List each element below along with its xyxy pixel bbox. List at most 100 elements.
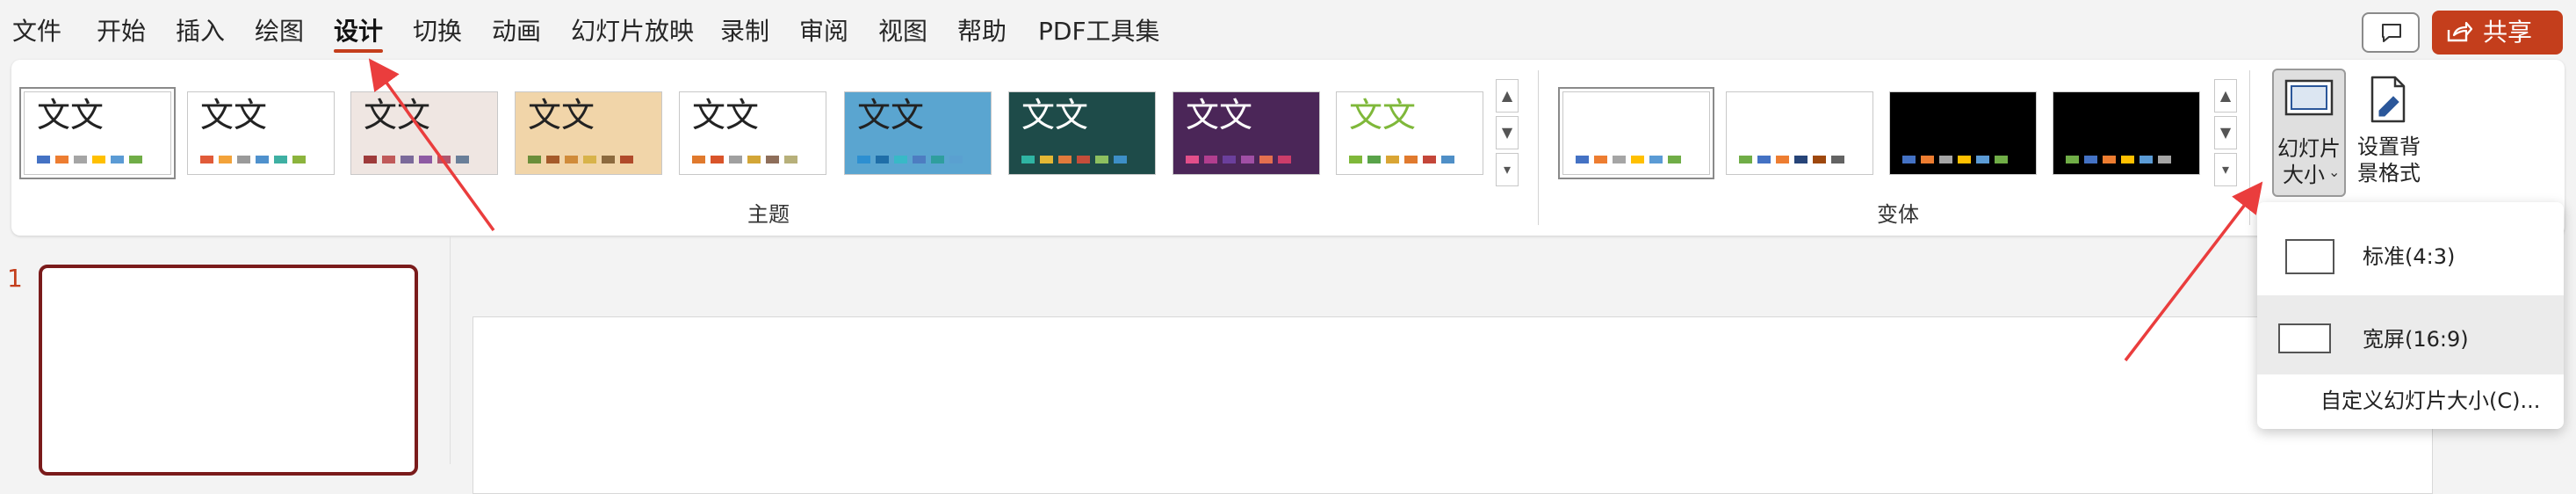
group-separator xyxy=(1538,70,1539,225)
color-swatch xyxy=(1040,156,1053,163)
color-swatch xyxy=(74,156,87,163)
color-swatch xyxy=(1776,156,1789,163)
color-swatch xyxy=(1259,156,1273,163)
menu-view[interactable]: 视图 xyxy=(878,14,927,49)
theme-thumbnail[interactable]: 文文 xyxy=(187,91,335,175)
variant-gallery-scroll-up[interactable]: ▲ xyxy=(2214,79,2237,113)
menu-design[interactable]: 设计 xyxy=(334,14,383,49)
comments-button[interactable] xyxy=(2362,12,2420,53)
color-swatch xyxy=(894,156,907,163)
menu-home[interactable]: 开始 xyxy=(97,14,146,49)
theme-color-swatches xyxy=(692,156,803,163)
slide-size-widescreen-option[interactable]: 宽屏(16:9) xyxy=(2257,295,2564,374)
menu-file[interactable]: 文件 xyxy=(12,14,61,49)
color-swatch xyxy=(602,156,615,163)
color-swatch xyxy=(1021,156,1035,163)
menu-animations[interactable]: 动画 xyxy=(492,14,541,49)
color-swatch xyxy=(400,156,414,163)
group-separator xyxy=(2249,70,2250,225)
color-swatch xyxy=(55,156,69,163)
design-ribbon: 文文 文文 文文 文文 文文 文文 文文 文文 文文 ▲ ▼ ▾ 主题 ▲ ▼ ▾ 变体 幻灯片… xyxy=(11,60,2565,236)
theme-color-swatches xyxy=(1349,156,1460,163)
theme-thumbnail[interactable]: 文文 xyxy=(19,87,176,179)
color-swatch xyxy=(200,156,213,163)
variant-gallery-scroll-down[interactable]: ▼ xyxy=(2214,116,2237,149)
menu-review[interactable]: 审阅 xyxy=(799,14,848,49)
theme-color-swatches xyxy=(1186,156,1296,163)
color-swatch xyxy=(1386,156,1399,163)
menu-pdf-tools[interactable]: PDF工具集 xyxy=(1038,14,1160,49)
color-swatch xyxy=(1349,156,1362,163)
slide-size-standard-option[interactable]: 标准(4:3) xyxy=(2257,213,2564,292)
menu-slideshow[interactable]: 幻灯片放映 xyxy=(571,14,694,49)
share-button[interactable]: 共享 xyxy=(2432,11,2563,54)
theme-thumbnail[interactable]: 文文 xyxy=(350,91,498,175)
color-swatch xyxy=(1921,156,1934,163)
format-background-icon xyxy=(2370,76,2406,123)
color-swatch xyxy=(1114,156,1127,163)
slide-thumbnail[interactable] xyxy=(39,265,418,476)
format-background-button[interactable]: 设置背 景格式 xyxy=(2351,69,2427,197)
color-swatch xyxy=(2121,156,2134,163)
color-swatch xyxy=(1576,156,1589,163)
theme-gallery-scroll-up[interactable]: ▲ xyxy=(1496,79,1519,113)
slide-size-label-line2: 大小 xyxy=(2283,163,2325,187)
color-swatch xyxy=(37,156,50,163)
color-swatch xyxy=(1594,156,1607,163)
slide-canvas[interactable] xyxy=(473,316,2433,494)
color-swatch xyxy=(729,156,742,163)
color-swatch xyxy=(2103,156,2116,163)
theme-color-swatches xyxy=(364,156,474,163)
menu-insert[interactable]: 插入 xyxy=(176,14,225,49)
color-swatch xyxy=(2158,156,2171,163)
theme-color-swatches xyxy=(528,156,639,163)
menu-record[interactable]: 录制 xyxy=(720,14,769,49)
color-swatch xyxy=(1813,156,1826,163)
slide-size-button[interactable]: 幻灯片 大小 ⌄ xyxy=(2272,69,2346,197)
format-background-label-line1: 设置背 xyxy=(2357,134,2421,159)
theme-thumbnail[interactable]: 文文 xyxy=(1336,91,1483,175)
custom-slide-size-option[interactable]: 自定义幻灯片大小(C)... xyxy=(2320,387,2540,415)
variant-thumbnail[interactable] xyxy=(1558,87,1714,179)
color-swatch xyxy=(876,156,889,163)
color-swatch xyxy=(1404,156,1418,163)
color-swatch xyxy=(1631,156,1644,163)
menu-draw[interactable]: 绘图 xyxy=(255,14,304,49)
color-swatch xyxy=(437,156,451,163)
variant-thumbnail[interactable] xyxy=(2053,91,2200,175)
variant-color-swatches xyxy=(1902,156,2013,163)
menu-help[interactable]: 帮助 xyxy=(957,14,1007,49)
theme-thumbnail[interactable]: 文文 xyxy=(515,91,662,175)
color-swatch xyxy=(784,156,797,163)
color-swatch xyxy=(1995,156,2008,163)
color-swatch xyxy=(274,156,287,163)
variant-thumbnail[interactable] xyxy=(1726,91,1873,175)
share-label: 共享 xyxy=(2483,18,2533,47)
color-swatch xyxy=(1831,156,1844,163)
color-swatch xyxy=(1077,156,1090,163)
color-swatch xyxy=(528,156,541,163)
theme-gallery-more[interactable]: ▾ xyxy=(1496,153,1519,186)
color-swatch xyxy=(1668,156,1681,163)
color-swatch xyxy=(1186,156,1199,163)
color-swatch xyxy=(1367,156,1381,163)
color-swatch xyxy=(1058,156,1072,163)
color-swatch xyxy=(620,156,633,163)
active-tab-indicator xyxy=(334,49,383,53)
theme-thumbnail[interactable]: 文文 xyxy=(844,91,992,175)
theme-gallery-scroll-down[interactable]: ▼ xyxy=(1496,116,1519,149)
theme-sample-text: 文文 xyxy=(364,96,431,134)
variant-color-swatches xyxy=(1739,156,1850,163)
theme-thumbnail[interactable]: 文文 xyxy=(1173,91,1320,175)
variant-thumbnail[interactable] xyxy=(1889,91,2037,175)
color-swatch xyxy=(456,156,469,163)
color-swatch xyxy=(1958,156,1971,163)
variant-gallery-more[interactable]: ▾ xyxy=(2214,153,2237,186)
color-swatch xyxy=(1278,156,1291,163)
menu-transitions[interactable]: 切换 xyxy=(413,14,462,49)
color-swatch xyxy=(949,156,963,163)
theme-thumbnail[interactable]: 文文 xyxy=(679,91,826,175)
theme-thumbnail[interactable]: 文文 xyxy=(1008,91,1156,175)
slide-size-dropdown: 标准(4:3) 宽屏(16:9) 自定义幻灯片大小(C)... xyxy=(2257,202,2564,429)
color-swatch xyxy=(913,156,926,163)
